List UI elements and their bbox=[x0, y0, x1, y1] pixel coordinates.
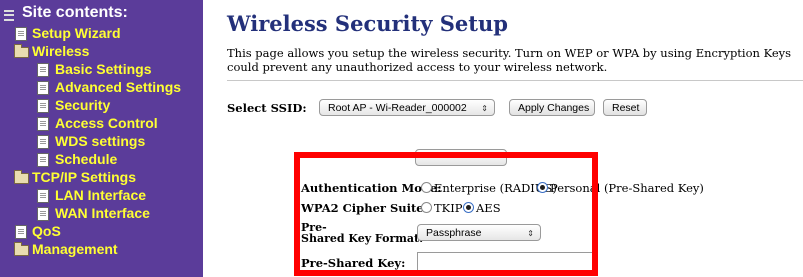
sidebar-item-basic-settings[interactable]: Basic Settings bbox=[37, 60, 152, 78]
sidebar-item-label: Basic Settings bbox=[55, 61, 152, 77]
folder-open-icon bbox=[14, 170, 29, 184]
sidebar-item-setup-wizard[interactable]: Setup Wizard bbox=[15, 24, 121, 42]
ssid-select-value: Root AP - Wi-Reader_000002 bbox=[328, 102, 467, 114]
reset-button[interactable]: Reset bbox=[603, 99, 647, 116]
document-icon bbox=[15, 225, 27, 239]
sidebar-item-label: LAN Interface bbox=[55, 187, 147, 203]
sidebar-item-label: QoS bbox=[32, 223, 61, 239]
sidebar-item-management[interactable]: Management bbox=[14, 240, 118, 258]
sidebar-item-advanced-settings[interactable]: Advanced Settings bbox=[37, 78, 182, 96]
sidebar-item-label: WAN Interface bbox=[55, 205, 150, 221]
document-icon bbox=[37, 207, 49, 221]
sidebar-title: Site contents: bbox=[4, 3, 128, 23]
psk-input[interactable] bbox=[417, 252, 593, 271]
sidebar-item-qos[interactable]: QoS bbox=[15, 222, 61, 240]
sidebar-item-label: Wireless bbox=[32, 43, 90, 59]
auth-enterprise-radio[interactable] bbox=[421, 182, 432, 193]
select-arrows-icon: ⇕ bbox=[527, 229, 534, 238]
sidebar-item-access-control[interactable]: Access Control bbox=[37, 114, 158, 132]
ssid-select[interactable]: Root AP - Wi-Reader_000002 ⇕ bbox=[319, 99, 495, 116]
document-icon bbox=[15, 27, 27, 41]
auth-personal-label: Personal (Pre-Shared Key) bbox=[550, 181, 704, 195]
sidebar-title-text: Site contents: bbox=[22, 4, 128, 21]
cipher-tkip-radio[interactable] bbox=[421, 202, 432, 213]
document-icon bbox=[37, 117, 49, 131]
psk-format-label-line2: Shared Key Format: bbox=[301, 232, 424, 245]
select-ssid-label: Select SSID: bbox=[227, 101, 307, 115]
psk-format-select-value: Passphrase bbox=[426, 227, 482, 239]
sidebar-item-security[interactable]: Security bbox=[37, 96, 111, 114]
psk-format-label: Pre- Shared Key Format: bbox=[301, 222, 423, 244]
auth-personal-radio[interactable] bbox=[537, 182, 548, 193]
sidebar-item-label: Security bbox=[55, 97, 111, 113]
document-icon bbox=[37, 99, 49, 113]
sidebar-item-label: Advanced Settings bbox=[55, 79, 182, 95]
sidebar-item-label: Access Control bbox=[55, 115, 158, 131]
sidebar-item-schedule[interactable]: Schedule bbox=[37, 150, 118, 168]
sidebar: Site contents: Setup Wizard Wireless Bas… bbox=[0, 0, 203, 277]
document-icon bbox=[37, 189, 49, 203]
sidebar-item-label: Management bbox=[32, 241, 118, 257]
sidebar-item-label: Setup Wizard bbox=[32, 25, 121, 41]
document-icon bbox=[37, 81, 49, 95]
document-icon bbox=[37, 63, 49, 77]
sidebar-item-wireless[interactable]: Wireless bbox=[14, 42, 90, 60]
sidebar-item-label: WDS settings bbox=[55, 133, 146, 149]
page-title: Wireless Security Setup bbox=[227, 11, 508, 36]
select-arrows-icon: ⇕ bbox=[481, 104, 488, 113]
psk-format-select[interactable]: Passphrase ⇕ bbox=[417, 224, 541, 241]
sidebar-item-label: TCP/IP Settings bbox=[32, 169, 136, 185]
psk-label: Pre-Shared Key: bbox=[301, 256, 406, 270]
document-icon bbox=[37, 153, 49, 167]
encryption-select[interactable] bbox=[415, 149, 507, 166]
sidebar-item-lan-interface[interactable]: LAN Interface bbox=[37, 186, 147, 204]
page-description: This page allows you setup the wireless … bbox=[227, 46, 792, 74]
apply-changes-button[interactable]: Apply Changes bbox=[509, 99, 595, 116]
menu-icon bbox=[4, 10, 14, 21]
cipher-suite-label: WPA2 Cipher Suite: bbox=[301, 201, 428, 215]
main-content: Wireless Security Setup This page allows… bbox=[203, 0, 803, 277]
divider bbox=[227, 80, 803, 81]
cipher-aes-radio[interactable] bbox=[463, 202, 474, 213]
sidebar-item-wan-interface[interactable]: WAN Interface bbox=[37, 204, 150, 222]
cipher-aes-label: AES bbox=[476, 201, 501, 215]
folder-icon bbox=[14, 242, 29, 256]
document-icon bbox=[37, 135, 49, 149]
folder-open-icon bbox=[14, 44, 29, 58]
sidebar-item-wds-settings[interactable]: WDS settings bbox=[37, 132, 146, 150]
cipher-tkip-label: TKIP bbox=[434, 201, 463, 215]
sidebar-item-label: Schedule bbox=[55, 151, 118, 167]
sidebar-item-tcpip-settings[interactable]: TCP/IP Settings bbox=[14, 168, 136, 186]
